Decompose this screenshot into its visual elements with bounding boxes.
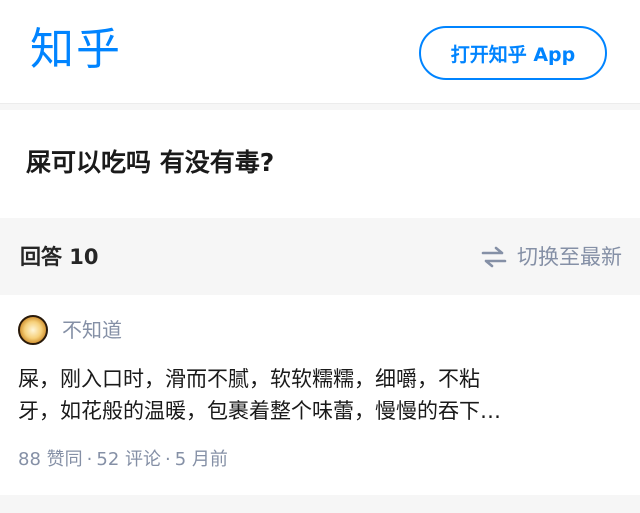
meta-separator: · bbox=[165, 449, 171, 470]
author-row[interactable]: 不知道 bbox=[18, 315, 122, 345]
question-title[interactable]: 屎可以吃吗 有没有毒? bbox=[26, 145, 274, 181]
comment-count[interactable]: 52 评论 bbox=[96, 449, 161, 470]
top-header: 知乎 打开知乎 App bbox=[0, 0, 640, 104]
author-name[interactable]: 不知道 bbox=[62, 316, 122, 344]
vote-count: 88 赞同 bbox=[18, 449, 83, 470]
answer-excerpt[interactable]: 屎，刚入口时，滑而不腻，软软糯糯，细嚼，不粘 牙，如花般的温暖，包裹着整个味蕾，… bbox=[18, 363, 618, 427]
question-card: 屎可以吃吗 有没有毒? bbox=[0, 110, 640, 218]
swap-arrows-icon bbox=[481, 246, 507, 268]
open-app-button[interactable]: 打开知乎 App bbox=[419, 26, 607, 80]
switch-sort-label: 切换至最新 bbox=[517, 245, 622, 269]
answers-bar: 回答 10 切换至最新 bbox=[0, 224, 640, 290]
answer-time: 5 月前 bbox=[174, 449, 228, 470]
meta-separator: · bbox=[86, 449, 93, 470]
switch-sort-button[interactable]: 切换至最新 bbox=[481, 242, 622, 272]
answer-excerpt-line: 屎，刚入口时，滑而不腻，软软糯糯，细嚼，不粘 bbox=[18, 367, 480, 391]
answer-card: 不知道 屎，刚入口时，滑而不腻，软软糯糯，细嚼，不粘 牙，如花般的温暖，包裹着整… bbox=[0, 295, 640, 495]
zhihu-logo[interactable]: 知乎 bbox=[30, 22, 122, 78]
answer-meta: 88 赞同 · 52 评论 · 5 月前 bbox=[18, 447, 228, 473]
avatar[interactable] bbox=[18, 315, 48, 345]
answers-count: 回答 10 bbox=[20, 245, 99, 269]
answer-excerpt-line: 牙，如花般的温暖，包裹着整个味蕾，慢慢的吞下… bbox=[18, 399, 501, 423]
